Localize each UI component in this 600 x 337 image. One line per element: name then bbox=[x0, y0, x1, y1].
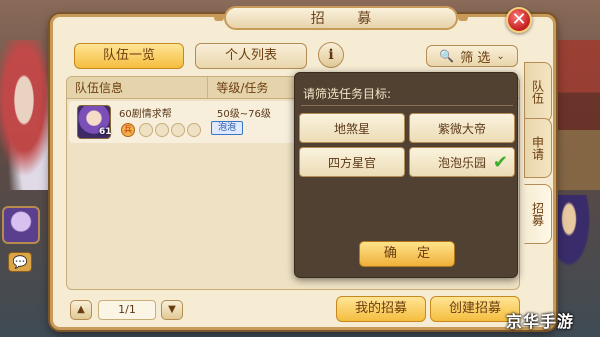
info-icon: i bbox=[328, 47, 334, 63]
player-avatar[interactable] bbox=[2, 206, 40, 244]
side-tab-apply[interactable]: 申请 bbox=[524, 118, 552, 178]
filter-option-ziwei[interactable]: 紫微大帝 bbox=[409, 113, 515, 143]
option-label: 地煞星 bbox=[333, 121, 370, 136]
popup-divider bbox=[301, 105, 513, 106]
watermark-logo: 京华手游 bbox=[506, 312, 575, 331]
side-tab-team[interactable]: 队伍 bbox=[524, 62, 552, 122]
tab-team-list[interactable]: 队伍一览 bbox=[74, 43, 184, 69]
side-tab-label: 申请 bbox=[530, 136, 545, 160]
filter-label: 筛 选 bbox=[460, 50, 491, 66]
filter-option-disha[interactable]: 地煞星 bbox=[299, 113, 405, 143]
class-badge-icon: 兵 bbox=[121, 123, 135, 137]
option-label: 紫微大帝 bbox=[437, 121, 486, 136]
filter-button[interactable]: 🔍 筛 选 ⌄ bbox=[426, 45, 518, 67]
dialog-title: 招 募 bbox=[310, 11, 386, 27]
option-label: 泡泡乐园 bbox=[437, 155, 486, 170]
column-header-team-info: 队伍信息 bbox=[67, 77, 209, 98]
page-next-button[interactable]: ▼ bbox=[161, 300, 183, 320]
side-tab-label: 招募 bbox=[530, 202, 545, 226]
team-name: 60剧情求帮 bbox=[119, 109, 172, 120]
confirm-button[interactable]: 确 定 bbox=[359, 241, 455, 267]
column-header-level-task: 等级/任务 bbox=[208, 77, 298, 98]
filter-option-paopao[interactable]: 泡泡乐园 ✔ bbox=[409, 147, 515, 177]
level-range: 50级~76级 bbox=[217, 109, 271, 120]
filter-option-sifang[interactable]: 四方星官 bbox=[299, 147, 405, 177]
side-tab-label: 队伍 bbox=[530, 80, 545, 104]
leader-level: 61 bbox=[99, 127, 112, 137]
page-prev-button[interactable]: ▲ bbox=[70, 300, 92, 320]
empty-member-slot bbox=[171, 123, 185, 137]
empty-member-slot bbox=[187, 123, 201, 137]
checkmark-icon: ✔ bbox=[492, 152, 508, 173]
chevron-down-icon: ▼ bbox=[168, 304, 176, 315]
empty-member-slot bbox=[139, 123, 153, 137]
dialog-title-banner: 招 募 bbox=[214, 6, 468, 30]
chat-icon[interactable]: 💬 bbox=[8, 252, 32, 272]
close-button[interactable]: ✕ bbox=[506, 7, 532, 33]
popup-title: 请筛选任务目标: bbox=[303, 87, 392, 101]
search-icon: 🔍 bbox=[439, 49, 455, 63]
page-indicator: 1/1 bbox=[98, 300, 156, 320]
info-button[interactable]: i bbox=[318, 42, 344, 68]
filter-popup: 请筛选任务目标: 地煞星 紫微大帝 四方星官 泡泡乐园 ✔ 确 定 bbox=[294, 72, 518, 278]
task-tag: 泡泡 bbox=[211, 121, 243, 135]
empty-member-slot bbox=[155, 123, 169, 137]
table-row[interactable]: 61 60剧情求帮 兵 50级~76级 泡泡 bbox=[69, 101, 295, 143]
close-icon: ✕ bbox=[511, 9, 527, 30]
chevron-up-icon: ▲ bbox=[77, 304, 85, 315]
chevron-down-icon: ⌄ bbox=[496, 50, 505, 62]
option-label: 四方星官 bbox=[327, 155, 376, 170]
tab-personal-list[interactable]: 个人列表 bbox=[195, 43, 307, 69]
my-recruit-button[interactable]: 我的招募 bbox=[336, 296, 426, 322]
side-tab-recruit[interactable]: 招募 bbox=[524, 184, 552, 244]
